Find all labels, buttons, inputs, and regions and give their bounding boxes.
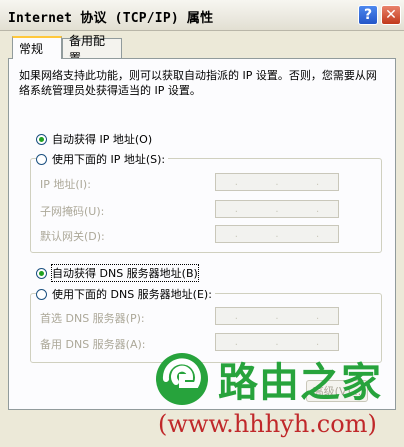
radio-auto-ip-label: 自动获得 IP 地址(O) (52, 133, 153, 146)
intro-text: 如果网络支持此功能，则可以获取自动指派的 IP 设置。否则，您需要从网络系统管理… (19, 69, 377, 97)
watermark-logo-icon (156, 353, 208, 405)
tab-general-label: 常规 (19, 42, 44, 56)
ip-address-label: IP 地址(I): (40, 178, 91, 191)
radio-manual-dns-indicator[interactable] (36, 288, 47, 300)
radio-manual-ip-label: 使用下面的 IP 地址(S): (52, 153, 166, 166)
radio-auto-dns[interactable]: 自动获得 DNS 服务器地址(B) (36, 264, 199, 282)
preferred-dns-label: 首选 DNS 服务器(P): (40, 312, 145, 325)
ip-address-input[interactable]: ... (215, 173, 339, 191)
radio-manual-ip[interactable]: 使用下面的 IP 地址(S): (36, 151, 169, 167)
help-icon: ? (363, 7, 373, 23)
alternate-dns-input[interactable]: ... (215, 333, 339, 351)
gateway-input[interactable]: ... (215, 225, 339, 243)
radio-manual-dns[interactable]: 使用下面的 DNS 服务器地址(E): (36, 286, 215, 302)
radio-manual-dns-label: 使用下面的 DNS 服务器地址(E): (52, 288, 212, 301)
close-icon: ✕ (385, 7, 397, 23)
alternate-dns-label: 备用 DNS 服务器(A): (40, 338, 146, 351)
gateway-label: 默认网关(D): (40, 230, 105, 243)
radio-auto-dns-label: 自动获得 DNS 服务器地址(B) (51, 264, 199, 282)
help-button[interactable]: ? (358, 5, 378, 25)
title-bar: Internet 协议 (TCP/IP) 属性 ? ✕ (0, 0, 404, 31)
radio-auto-dns-indicator[interactable] (36, 267, 47, 279)
radio-auto-ip-indicator[interactable] (36, 133, 47, 145)
watermark-url: (www.hhhyh.com) (158, 410, 377, 438)
close-button[interactable]: ✕ (381, 5, 401, 25)
radio-manual-ip-indicator[interactable] (36, 153, 47, 165)
radio-auto-ip[interactable]: 自动获得 IP 地址(O) (36, 131, 152, 147)
preferred-dns-input[interactable]: ... (215, 307, 339, 325)
watermark-brand: 路由之家 (218, 360, 382, 406)
tab-alternate-config[interactable]: 备用配置 (62, 34, 122, 65)
tab-general[interactable]: 常规 (12, 36, 62, 59)
subnet-mask-input[interactable]: ... (215, 200, 339, 218)
window-title: Internet 协议 (TCP/IP) 属性 (8, 11, 214, 26)
subnet-mask-label: 子网掩码(U): (40, 205, 105, 218)
